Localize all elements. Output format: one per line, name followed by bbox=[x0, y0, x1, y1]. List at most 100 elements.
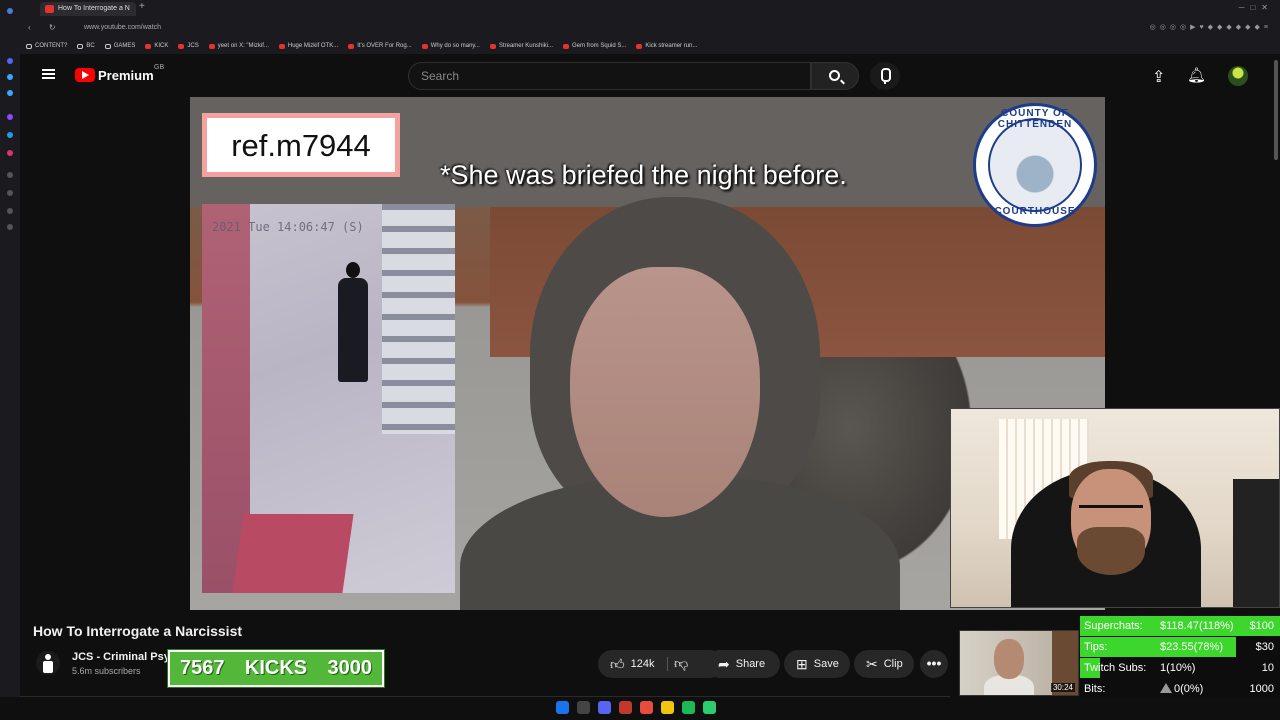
clip-label: Clip bbox=[883, 658, 903, 670]
browser-tabstrip: How To Interrogate a N + ─□✕ bbox=[0, 0, 1280, 18]
window-controls-icon[interactable]: ─□✕ bbox=[1239, 3, 1274, 12]
scrollbar[interactable] bbox=[1274, 60, 1278, 160]
bookmark-item[interactable]: Why do so many... bbox=[421, 43, 480, 49]
video-subject-face bbox=[570, 267, 760, 517]
streamer-webcam bbox=[950, 408, 1280, 608]
bookmark-item[interactable]: KICK bbox=[145, 43, 168, 49]
sidebar-app-icon[interactable] bbox=[7, 172, 13, 178]
folder-icon[interactable] bbox=[661, 701, 674, 714]
like-divider bbox=[667, 657, 668, 671]
bookmark-favicon-icon bbox=[208, 43, 215, 49]
goal-target: 1000 bbox=[1249, 683, 1274, 695]
browser-tab-active[interactable]: How To Interrogate a N bbox=[40, 2, 136, 16]
extension-icons[interactable]: ◎◎◎◎▶♥◆◆◆◆◆◆≡ bbox=[1150, 23, 1272, 31]
thumbs-down-icon[interactable]: 👎︎ bbox=[674, 655, 688, 672]
subscriber-count: 5.6m subscribers bbox=[72, 666, 141, 676]
browser-address-bar: ‹ ↻ www.youtube.com/watch ◎◎◎◎▶♥◆◆◆◆◆◆≡ bbox=[0, 18, 1280, 38]
bookmark-label: CONTENT? bbox=[35, 43, 68, 49]
webcam-beard bbox=[1077, 527, 1145, 575]
webcam-glasses bbox=[1079, 505, 1143, 519]
goal-target: $30 bbox=[1255, 641, 1274, 653]
bookmark-item[interactable]: Huge Mizkif OTK... bbox=[278, 43, 339, 49]
bookmark-item[interactable]: Streamer Kunshiki... bbox=[489, 43, 553, 49]
video-subtitle: *She was briefed the night before. bbox=[440, 160, 847, 190]
clip-button[interactable]: ✂ Clip bbox=[854, 650, 914, 678]
stream-goal-row: Twitch Subs: 1(10%) 10 bbox=[1080, 658, 1280, 678]
search-button[interactable] bbox=[811, 62, 859, 90]
sidebar-app-icon[interactable] bbox=[7, 224, 13, 230]
avatar[interactable] bbox=[1228, 66, 1248, 86]
bookmark-item[interactable]: yeet on X: "Mizkif... bbox=[208, 43, 269, 49]
sidebar-app-icon[interactable] bbox=[7, 74, 13, 80]
goal-value: $23.55(78%) bbox=[1160, 637, 1223, 657]
bookmark-label: Streamer Kunshiki... bbox=[498, 43, 553, 49]
channel-avatar[interactable] bbox=[36, 651, 60, 675]
youtube-header: Premium GB Search ⇪ 🔔︎ bbox=[20, 54, 1280, 97]
bookmark-label: Huge Mizkif OTK... bbox=[287, 43, 339, 49]
stream-goal-row: Superchats: $118.47(118%) $100 bbox=[1080, 616, 1280, 636]
mini-player-time: 30:24 bbox=[1050, 683, 1075, 692]
goal-target: 10 bbox=[1261, 662, 1274, 674]
microphone-icon[interactable] bbox=[870, 62, 900, 90]
sidebar-app-icon[interactable] bbox=[7, 114, 13, 120]
bookmark-favicon-icon bbox=[636, 43, 643, 49]
more-actions-button[interactable]: ••• bbox=[920, 650, 948, 678]
brand-label[interactable]: Premium bbox=[98, 68, 154, 83]
sidebar-app-icon[interactable] bbox=[7, 190, 13, 196]
search-icon[interactable] bbox=[577, 701, 590, 714]
mini-player[interactable]: 30:24 bbox=[959, 630, 1079, 696]
url-field[interactable]: www.youtube.com/watch bbox=[84, 24, 161, 31]
browser-nav-icons[interactable]: ‹ ↻ bbox=[28, 23, 64, 32]
goal-value-text: 0(0%) bbox=[1174, 683, 1204, 695]
kicks-goal-overlay: 7567 KICKS 3000 bbox=[168, 650, 384, 687]
youtube-logo-icon[interactable] bbox=[75, 68, 95, 82]
bell-icon[interactable]: 🔔︎ bbox=[1187, 66, 1206, 84]
bookmark-item[interactable]: GAMES bbox=[104, 43, 136, 49]
hamburger-icon[interactable] bbox=[42, 69, 55, 79]
browser-icon[interactable] bbox=[640, 701, 653, 714]
bookmark-favicon-icon bbox=[421, 43, 428, 49]
sidebar-app-icon[interactable] bbox=[7, 208, 13, 214]
bookmark-item[interactable]: JCS bbox=[178, 43, 199, 49]
bookmark-item[interactable]: BC bbox=[77, 43, 95, 49]
sidebar-app-icon[interactable] bbox=[7, 132, 13, 138]
cctv-person bbox=[338, 262, 368, 382]
channel-name[interactable]: JCS - Criminal Psychology bbox=[72, 651, 168, 663]
cctv-footage-inset: 2021 Tue 14:06:47 (S) bbox=[202, 204, 455, 593]
mini-person bbox=[994, 639, 1024, 679]
search-input[interactable]: Search bbox=[408, 62, 811, 90]
bookmark-favicon-icon bbox=[563, 43, 569, 49]
upload-icon[interactable]: ⇪ bbox=[1152, 67, 1165, 87]
goal-value: 0(0%) bbox=[1160, 679, 1203, 699]
like-count: 124k bbox=[630, 658, 655, 670]
bookmark-label: JCS bbox=[187, 43, 199, 49]
discord-icon[interactable] bbox=[598, 701, 611, 714]
bookmark-item[interactable]: It's OVER For Rog... bbox=[348, 43, 412, 49]
sidebar-app-icon[interactable] bbox=[7, 150, 13, 156]
app-icon[interactable] bbox=[619, 701, 632, 714]
bookmark-item[interactable]: CONTENT? bbox=[26, 43, 67, 49]
share-button[interactable]: ➦ Share bbox=[706, 650, 780, 678]
spotify-icon[interactable] bbox=[682, 701, 695, 714]
goal-value-text: 1(10%) bbox=[1160, 662, 1196, 674]
sidebar-app-icon[interactable] bbox=[7, 90, 13, 96]
bookmarks-bar: CONTENT? BC GAMES KICK JCS yeet on X: "Mizkif… bbox=[0, 38, 1280, 54]
seal-bottom-text: COURTHOUSE bbox=[994, 206, 1076, 217]
bookmark-item[interactable]: Gem from Squid S... bbox=[563, 43, 626, 49]
stream-goal-row: Bits: 0(0%) 1000 bbox=[1080, 679, 1280, 699]
cctv-timestamp: 2021 Tue 14:06:47 (S) bbox=[212, 220, 364, 234]
seal-top-text: COUNTY OF CHITTENDEN bbox=[997, 108, 1073, 130]
share-label: Share bbox=[735, 658, 766, 670]
save-button[interactable]: ⊞ Save bbox=[784, 650, 850, 678]
xbox-icon[interactable] bbox=[703, 701, 716, 714]
sidebar-app-icon[interactable] bbox=[7, 58, 13, 64]
bookmark-item[interactable]: Kick streamer run... bbox=[636, 43, 697, 49]
bookmark-label: GAMES bbox=[113, 43, 136, 49]
sidebar-app-icon[interactable] bbox=[7, 8, 13, 14]
bookmark-favicon-icon bbox=[278, 43, 285, 49]
new-tab-icon[interactable]: + bbox=[139, 1, 145, 12]
windows-start-icon[interactable] bbox=[556, 701, 569, 714]
kicks-goal: 3000 bbox=[327, 657, 372, 679]
courthouse-seal-logo: COUNTY OF CHITTENDEN COURTHOUSE bbox=[973, 103, 1097, 227]
search-icon bbox=[829, 70, 840, 81]
